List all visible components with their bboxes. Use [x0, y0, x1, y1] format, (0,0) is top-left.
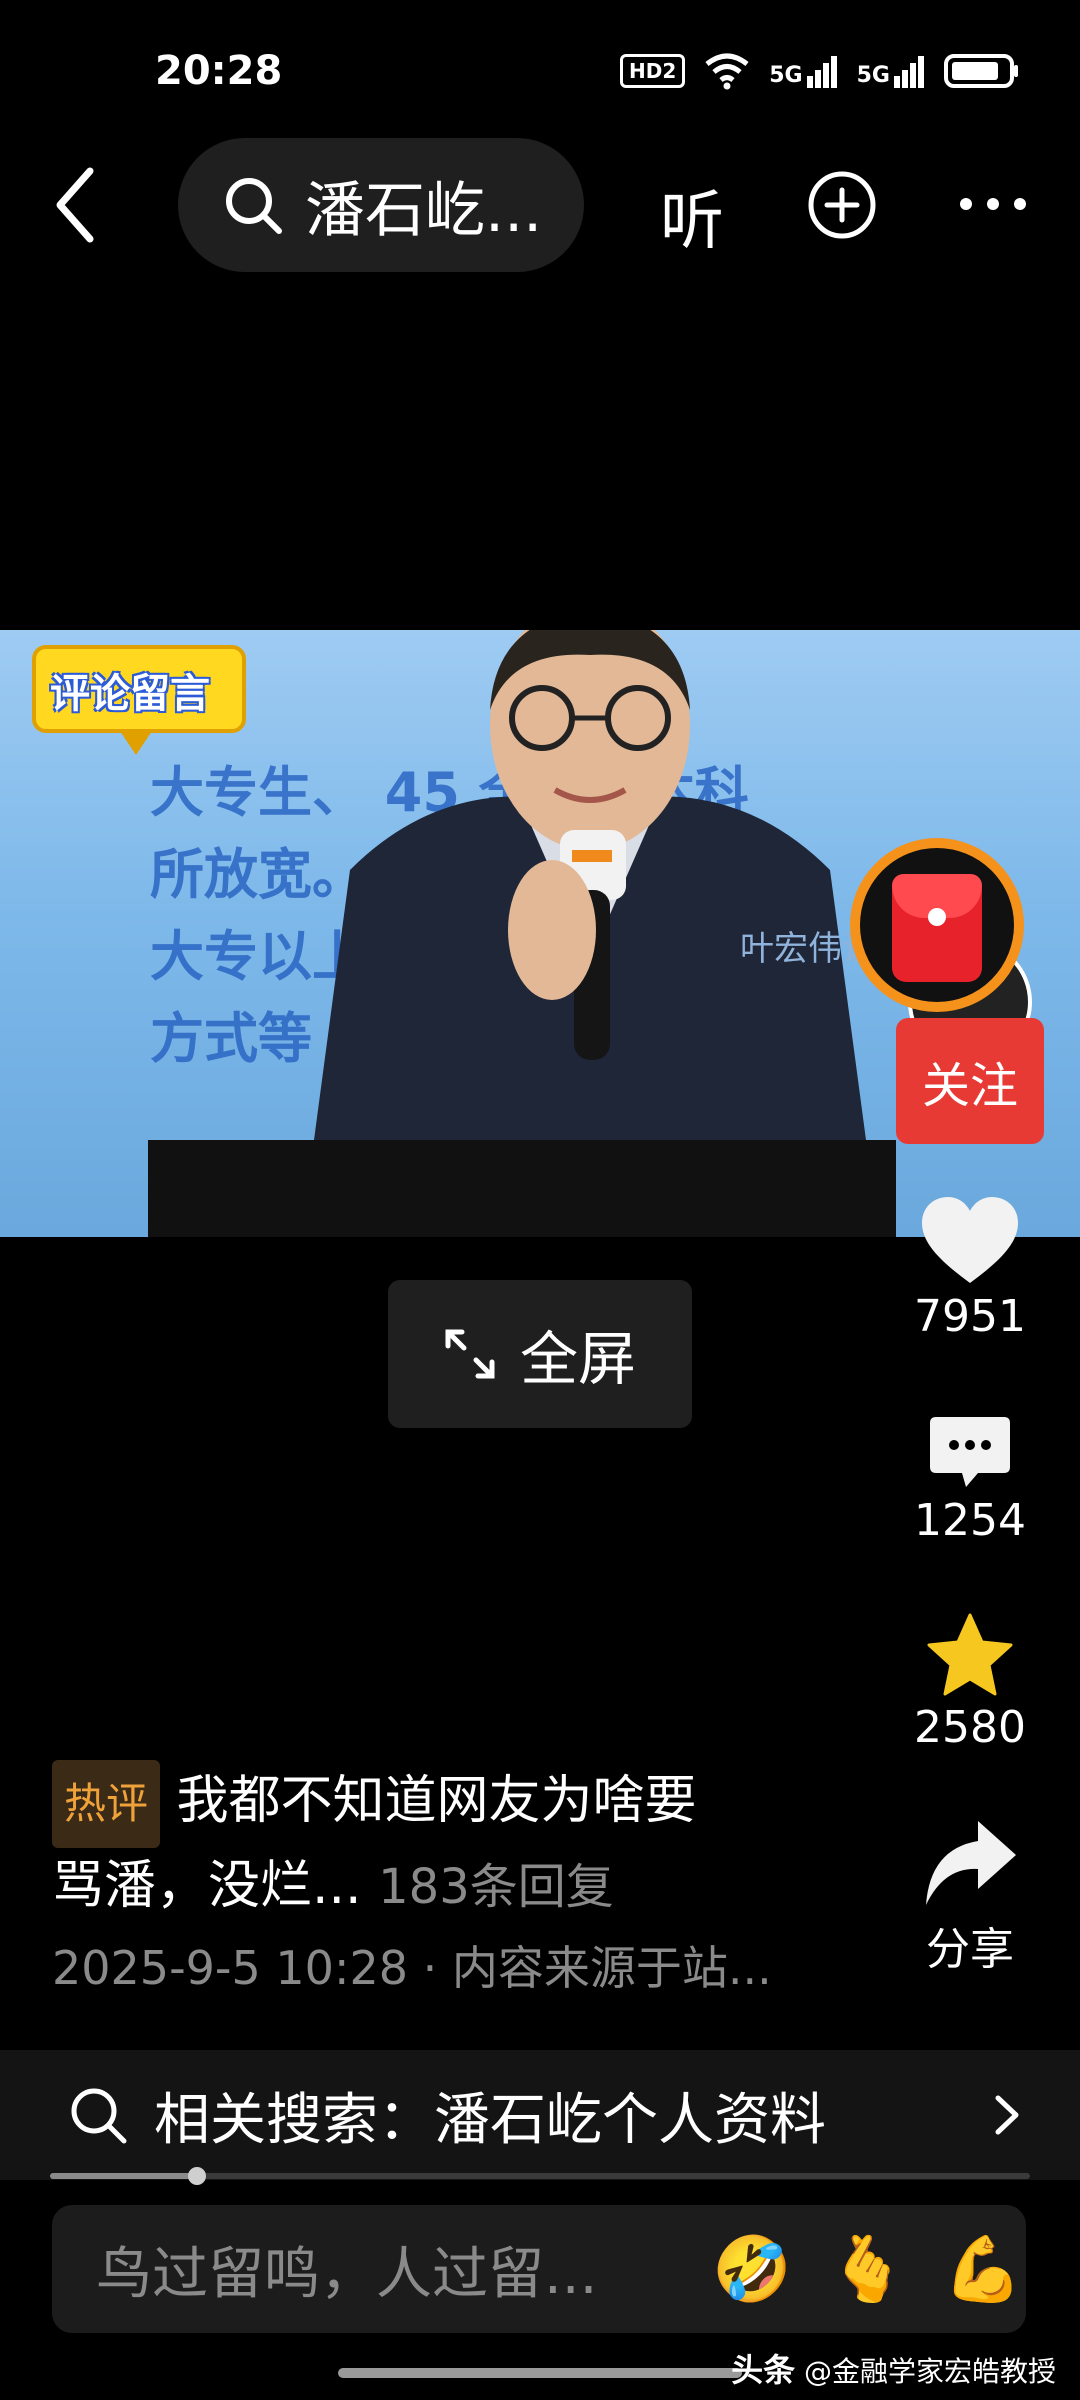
heart-icon	[922, 1197, 1018, 1283]
search-icon	[226, 178, 282, 234]
hot-comment-badge: 热评	[52, 1760, 161, 1848]
add-circle-icon[interactable]	[807, 170, 877, 240]
reply-count-link[interactable]: 183条回复	[378, 1859, 614, 1915]
progress-fill	[50, 2173, 197, 2179]
favorite-button[interactable]: 2580	[896, 1612, 1044, 1753]
caption-text-1: 我都不知道网友为啥要	[176, 1771, 697, 1831]
caption-line-2: 骂潘，没烂... 183条回复	[52, 1848, 832, 1925]
wifi-icon	[705, 53, 749, 90]
hd-voice-icon: HD2	[619, 54, 686, 88]
video-progress-bar[interactable]	[50, 2167, 1030, 2185]
comment-input[interactable]: 鸟过留鸣，人过留... 🤣 🫰 💪	[52, 2205, 1026, 2333]
progress-handle[interactable]	[188, 2167, 206, 2185]
subtitle-bar	[148, 1140, 896, 1237]
status-time: 20:28	[155, 48, 283, 94]
signal-5g-icon: 5G	[857, 54, 926, 88]
related-search-label: 相关搜索：潘石屹个人资料	[154, 2087, 826, 2153]
red-packet-button[interactable]	[850, 838, 1024, 1012]
favorite-count: 2580	[914, 1702, 1026, 1753]
search-icon	[71, 2088, 127, 2144]
video-overlay-text: 方式等	[150, 1007, 312, 1070]
listen-button[interactable]: 听	[660, 170, 724, 262]
share-label: 分享	[926, 1924, 1014, 1975]
home-indicator[interactable]	[338, 2368, 742, 2378]
hot-comment[interactable]: 热评 我都不知道网友为啥要 骂潘，没烂... 183条回复	[52, 1760, 832, 1925]
more-icon[interactable]	[958, 196, 1028, 212]
fullscreen-button[interactable]: 全屏	[388, 1280, 692, 1428]
share-button[interactable]: 分享	[896, 1815, 1044, 1977]
source-handle: @金融学家宏皓教授	[803, 2355, 1056, 2388]
comment-tag-badge: 评论留言	[32, 645, 246, 755]
laughing-emoji-icon[interactable]: 🤣	[712, 2232, 792, 2307]
muscle-emoji-icon[interactable]: 💪	[943, 2232, 1023, 2307]
battery-icon	[944, 54, 1018, 88]
source-watermark: 头条 @金融学家宏皓教授	[731, 2345, 1056, 2391]
back-icon[interactable]	[50, 165, 100, 245]
chevron-right-icon	[995, 2095, 1019, 2135]
share-icon	[926, 1821, 1016, 1905]
caption-line-1: 热评 我都不知道网友为啥要	[52, 1760, 832, 1848]
red-envelope-icon	[892, 874, 982, 982]
comment-count: 1254	[914, 1495, 1026, 1546]
search-query: 潘石屹...	[305, 175, 543, 246]
signal-5g-icon: 5G	[769, 54, 838, 88]
like-button[interactable]: 7951	[896, 1195, 1044, 1342]
comment-tag-label: 评论留言	[50, 671, 210, 717]
search-box[interactable]: 潘石屹...	[178, 138, 584, 272]
follow-button[interactable]: 关注	[896, 1018, 1044, 1144]
star-icon	[927, 1613, 1013, 1696]
related-search-bar[interactable]: 相关搜索：潘石屹个人资料	[0, 2050, 1080, 2180]
caption-text-2: 骂潘，没烂...	[52, 1856, 362, 1916]
like-count: 7951	[914, 1291, 1026, 1342]
comment-icon	[930, 1417, 1010, 1487]
comment-button[interactable]: 1254	[896, 1415, 1044, 1546]
expand-icon	[445, 1329, 495, 1379]
comment-placeholder: 鸟过留鸣，人过留...	[96, 2241, 598, 2307]
finger-heart-emoji-icon[interactable]: 🫰	[828, 2232, 908, 2307]
post-meta: 2025-9-5 10:28 · 内容来源于站...	[52, 1941, 772, 1995]
source-brand: 头条	[731, 2351, 796, 2389]
speaker-figure: 叶宏伟讲堂	[310, 630, 890, 1170]
fullscreen-label: 全屏	[519, 1325, 636, 1393]
status-icons: HD2 5G 5G	[619, 52, 1020, 90]
